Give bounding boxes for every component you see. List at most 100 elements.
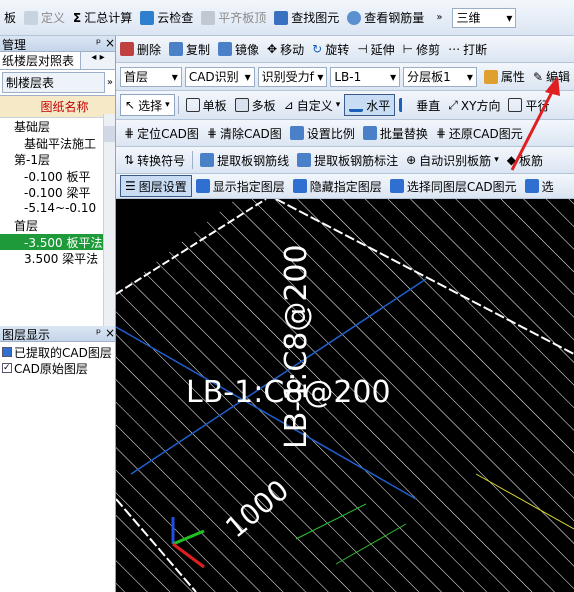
tab-scroll-arrows[interactable]: ◂ ▸ — [81, 52, 115, 69]
extract-rebar-label-button[interactable]: 提取板钢筋标注 — [293, 149, 402, 171]
pin-close-icons[interactable]: ᵖ × — [96, 36, 115, 51]
separator — [192, 151, 194, 169]
menu-summary-calc[interactable]: Σ 汇总计算 — [69, 7, 136, 29]
tree-item[interactable]: -5.14~-0.10 — [0, 201, 115, 218]
toolbar-edit: 删除 复制 镜像 ✥ 移动 ↻ 旋转 ⊣ 延伸 ⊢ 修剪 ⋯ 打断 — [116, 36, 574, 63]
make-floor-table-button[interactable]: 制楼层表 — [2, 72, 105, 93]
copy-button[interactable]: 复制 — [165, 38, 214, 60]
extend-button[interactable]: ⊣ 延伸 — [353, 38, 398, 60]
separator — [177, 96, 179, 114]
cad-recog-select[interactable]: CAD识别 ▾ — [184, 66, 255, 87]
horizontal-button[interactable]: 水平 — [344, 94, 396, 116]
auto-recog-icon: ⊕ — [406, 153, 417, 167]
tree-item[interactable]: 基础平法施工 — [0, 135, 115, 152]
single-slab-button[interactable]: 单板 — [182, 94, 231, 116]
tab-floor-map[interactable]: 纸楼层对照表 — [0, 52, 81, 69]
multi-slab-button[interactable]: 多板 — [231, 94, 280, 116]
xy-direction-button[interactable]: ⤢ XY方向 — [444, 94, 504, 116]
layer-item-cad-original[interactable]: ✓ CAD原始图层 — [2, 360, 113, 376]
drawing-tree: 基础层 基础平法施工 第-1层 -0.100 板平 -0.100 梁平 -5.14~-0.… — [0, 118, 115, 267]
tree-group[interactable]: 基础层 — [0, 118, 115, 135]
menubar: 板 定义 Σ 汇总计算 云检查 平齐板顶 查找图元 查看钢筋量 » 三维 ▾ — [0, 0, 574, 36]
break-button[interactable]: ⋯ 打断 — [444, 38, 491, 60]
cursor-icon: ↖ — [125, 98, 136, 112]
panel-title-bar: 管理 ᵖ × — [0, 36, 115, 52]
horizontal-icon — [349, 98, 364, 112]
set-scale-button[interactable]: 设置比例 — [286, 122, 359, 144]
move-button[interactable]: ✥ 移动 — [263, 38, 308, 60]
sigma-icon: Σ — [73, 10, 82, 25]
checkbox-icon[interactable] — [2, 347, 12, 357]
panel-tabs: 纸楼层对照表 ◂ ▸ — [0, 52, 115, 70]
menu-slab[interactable]: 板 — [0, 7, 20, 29]
mirror-button[interactable]: 镜像 — [214, 38, 263, 60]
same-layer-icon — [389, 179, 404, 193]
chevron-down-icon: ▾ — [165, 100, 170, 110]
show-layer-icon — [195, 179, 210, 193]
vertical-button[interactable]: 垂直 — [395, 94, 444, 116]
recog-type-select[interactable]: 识别受力f ▾ — [257, 66, 328, 87]
rebar-label-vertical[interactable]: LB-1:C8@200 — [279, 244, 314, 449]
chevron-down-icon: ▾ — [335, 100, 341, 110]
define-icon — [24, 10, 39, 25]
cad-canvas[interactable]: LB-1:C8@200 LB-1:C8@200 1000 — [116, 199, 574, 592]
chevron-down-icon: ▾ — [506, 10, 513, 25]
header-drawing-name: 图纸名称 — [40, 100, 89, 114]
floor-select[interactable]: 首层 ▾ — [120, 66, 182, 87]
overflow-chevron-icon[interactable]: » — [436, 12, 442, 23]
extract-rebar-line-button[interactable]: 提取板钢筋线 — [196, 149, 293, 171]
component-select[interactable]: LB-1 ▾ — [330, 66, 401, 87]
batch-replace-button[interactable]: 批量替换 — [359, 122, 432, 144]
tree-item[interactable]: -0.100 梁平 — [0, 184, 115, 201]
layer-item-extracted[interactable]: 已提取的CAD图层 — [2, 344, 113, 360]
checkbox-checked-icon[interactable]: ✓ — [2, 363, 12, 373]
annotation-arrow — [510, 76, 560, 171]
tree-item[interactable]: 3.500 梁平法 — [0, 250, 115, 267]
convert-symbol-button[interactable]: ⇅ 转换符号 — [120, 149, 189, 171]
vertical-icon — [399, 98, 413, 112]
tree-item[interactable]: -0.100 板平 — [0, 168, 115, 185]
delete-button[interactable]: 删除 — [116, 38, 165, 60]
drawing-manager-panel: 管理 ᵖ × 纸楼层对照表 ◂ ▸ 制楼层表 » 图纸名称 基础层 基础平法施工 第-… — [0, 36, 116, 326]
extract-label-icon — [297, 153, 312, 167]
hide-layer-icon — [292, 179, 307, 193]
single-slab-icon — [185, 98, 200, 112]
tree-scrollbar[interactable] — [103, 114, 115, 326]
custom-shape-icon: ⊿ — [283, 98, 294, 112]
menu-flush-top[interactable]: 平齐板顶 — [197, 7, 270, 29]
menu-cloud-check[interactable]: 云检查 — [136, 7, 197, 29]
cad-drawing[interactable]: LB-1:C8@200 LB-1:C8@200 1000 — [116, 199, 574, 592]
chevron-down-icon: ▾ — [494, 155, 499, 165]
chevron-down-icon: ▾ — [317, 69, 324, 84]
move-icon: ✥ — [267, 42, 278, 56]
select-button[interactable]: ↖ 选择 ▾ — [120, 94, 175, 116]
locate-icon: ⋕ — [124, 126, 135, 140]
menu-find-element[interactable]: 查找图元 — [270, 7, 343, 29]
tree-item[interactable]: -3.500 板平法 — [0, 233, 115, 250]
auto-recog-rebar-button[interactable]: ⊕ 自动识别板筋 ▾ — [402, 149, 503, 171]
show-layer-button[interactable]: 显示指定图层 — [192, 175, 289, 197]
layer-panel-pin-close-icons[interactable]: ᵖ × — [96, 326, 115, 341]
clear-icon: ⋕ — [206, 126, 217, 140]
chevron-down-icon: ▾ — [390, 69, 397, 84]
locate-cad-button[interactable]: ⋕ 定位CAD图 — [120, 122, 203, 144]
rotate-button[interactable]: ↻ 旋转 — [308, 38, 353, 60]
view-mode-select[interactable]: 三维 ▾ — [452, 7, 517, 28]
cloud-check-icon — [140, 10, 155, 25]
rotate-icon: ↻ — [312, 42, 323, 56]
menu-define[interactable]: 定义 — [20, 7, 69, 29]
layer-settings-button[interactable]: ☰ 图层设置 — [120, 175, 192, 197]
menu-view-rebar[interactable]: 查看钢筋量 — [343, 7, 428, 29]
convert-icon: ⇅ — [124, 153, 135, 167]
tree-group[interactable]: 首层 — [0, 217, 115, 234]
clear-cad-button[interactable]: ⋕ 清除CAD图 — [203, 122, 286, 144]
trim-button[interactable]: ⊢ 修剪 — [399, 38, 444, 60]
custom-button[interactable]: ⊿ 自定义 ▾ — [280, 94, 345, 116]
layer-slab-select[interactable]: 分层板1 ▾ — [403, 66, 477, 87]
more-chevron-icon[interactable]: » — [107, 77, 113, 88]
restore-icon: ⋕ — [435, 126, 446, 140]
hide-layer-button[interactable]: 隐藏指定图层 — [289, 175, 386, 197]
mirror-icon — [218, 42, 233, 56]
extract-line-icon — [200, 153, 215, 167]
tree-group[interactable]: 第-1层 — [0, 151, 115, 168]
